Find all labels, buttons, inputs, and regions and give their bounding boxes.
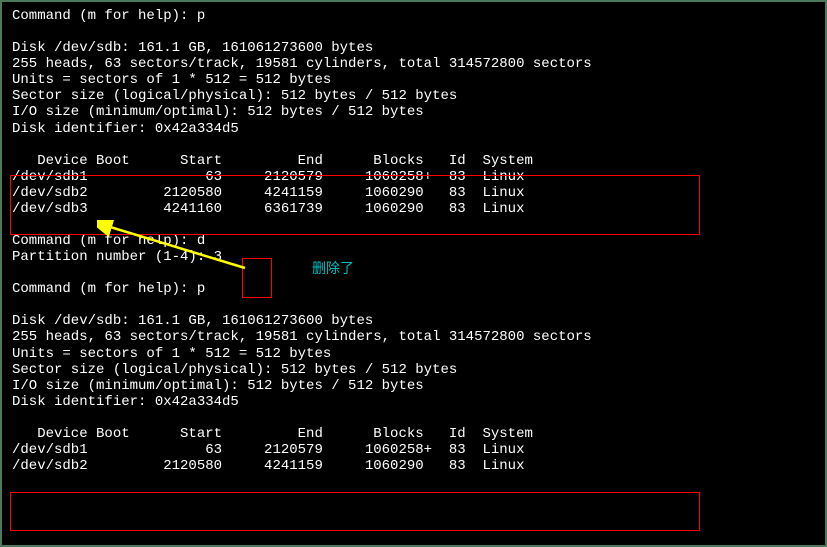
table-row: /dev/sdb1 63 2120579 1060258+ 83 Linux: [12, 169, 815, 185]
table-row: /dev/sdb2 2120580 4241159 1060290 83 Lin…: [12, 185, 815, 201]
table-row: /dev/sdb3 4241160 6361739 1060290 83 Lin…: [12, 201, 815, 217]
disk-info-2: Disk /dev/sdb: 161.1 GB, 161061273600 by…: [12, 313, 815, 410]
table-row: /dev/sdb2 2120580 4241159 1060290 83 Lin…: [12, 458, 815, 474]
partition-header-1: Device Boot Start End Blocks Id System: [12, 153, 815, 169]
command-prompt-1: Command (m for help): p: [12, 8, 815, 24]
table-row: /dev/sdb1 63 2120579 1060258+ 83 Linux: [12, 442, 815, 458]
highlight-box-3: [10, 492, 700, 531]
annotation-deleted: 删除了: [312, 260, 354, 276]
command-prompt-2: Command (m for help): p: [12, 281, 815, 297]
disk-info-1: Disk /dev/sdb: 161.1 GB, 161061273600 by…: [12, 40, 815, 137]
delete-command: Command (m for help): d: [12, 233, 815, 249]
partition-header-2: Device Boot Start End Blocks Id System: [12, 426, 815, 442]
partition-number-prompt: Partition number (1-4): 3: [12, 249, 815, 265]
